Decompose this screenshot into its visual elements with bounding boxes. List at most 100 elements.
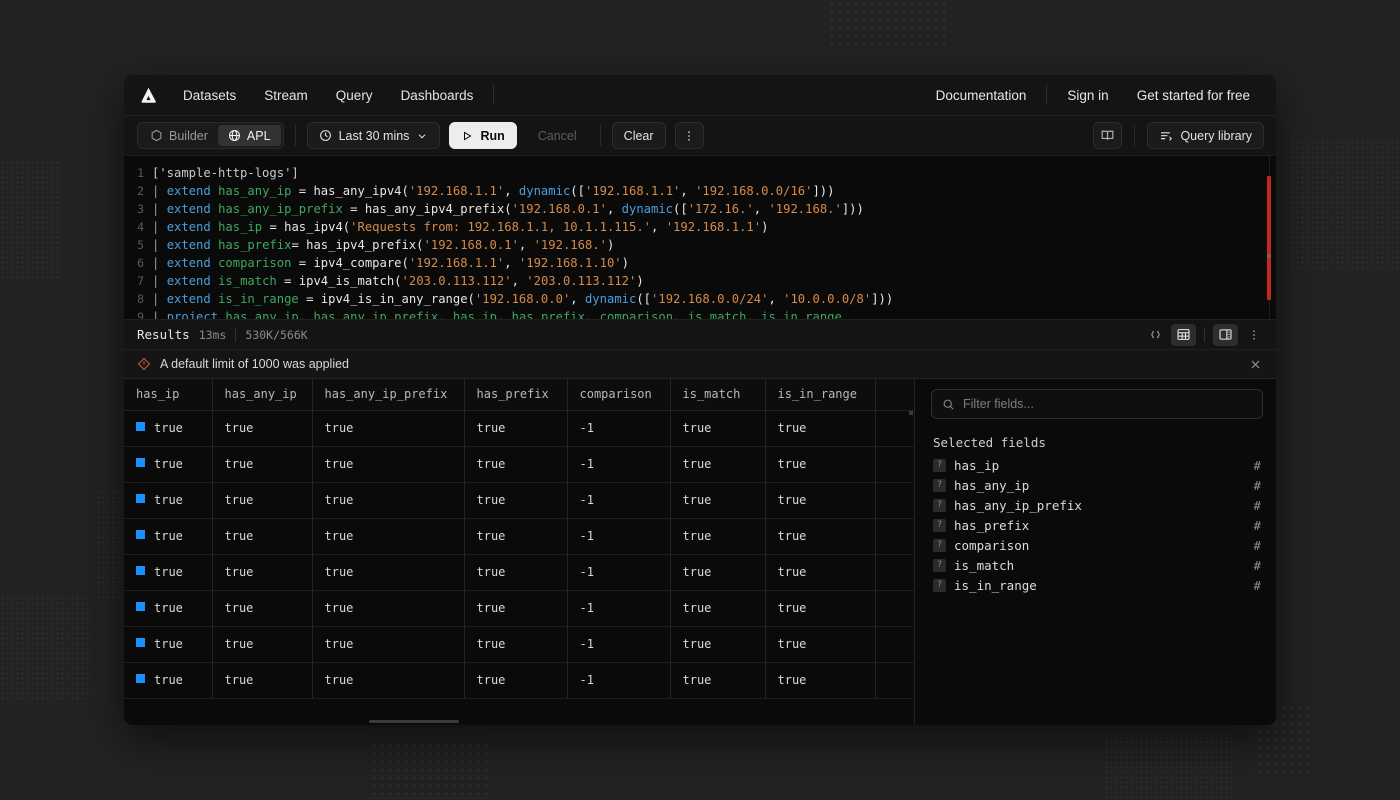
axiom-logo-icon[interactable]	[135, 82, 161, 108]
table-cell: true	[765, 554, 875, 590]
line-number: 9	[124, 310, 152, 319]
table-row[interactable]: truetruetruetrue-1truetrue	[124, 554, 915, 590]
table-cell: true	[312, 626, 464, 662]
field-list-item[interactable]: ?has_prefix#	[931, 515, 1263, 535]
view-json-button[interactable]	[1143, 324, 1168, 346]
nav-link-datasets[interactable]: Datasets	[169, 82, 250, 109]
code-text: | extend comparison = ipv4_compare('192.…	[152, 256, 629, 270]
mode-apl-button[interactable]: APL	[218, 125, 281, 146]
table-column-header[interactable]: has_prefix	[464, 379, 567, 410]
filter-fields-input[interactable]	[963, 397, 1252, 411]
vertical-scroll-nub[interactable]	[909, 411, 913, 415]
cancel-label: Cancel	[538, 129, 577, 143]
results-header-bar: Results 13ms 530K/566K	[124, 319, 1276, 350]
field-list-item[interactable]: ?has_any_ip_prefix#	[931, 495, 1263, 515]
toolbar-more-button[interactable]	[675, 122, 704, 149]
field-name: has_prefix	[954, 518, 1029, 533]
table-cell: -1	[567, 626, 670, 662]
chevron-down-icon	[416, 130, 428, 142]
field-type-unknown-icon: ?	[933, 579, 946, 592]
table-column-header[interactable]: has_any_ip_prefix	[312, 379, 464, 410]
apl-query-editor[interactable]: 1['sample-http-logs']2| extend has_any_i…	[124, 156, 1276, 319]
table-cell: -1	[567, 446, 670, 482]
results-table-container[interactable]: has_iphas_any_iphas_any_ip_prefixhas_pre…	[124, 379, 915, 725]
table-row[interactable]: truetruetruetrue-1truetrue	[124, 590, 915, 626]
clock-icon	[319, 129, 332, 142]
table-cell-filler	[875, 518, 915, 554]
mode-builder-button[interactable]: Builder	[140, 125, 218, 146]
field-name: comparison	[954, 538, 1029, 553]
line-number: 5	[124, 238, 152, 252]
table-row[interactable]: truetruetruetrue-1truetrue	[124, 410, 915, 446]
table-cell: -1	[567, 662, 670, 698]
table-column-header[interactable]: has_any_ip	[212, 379, 312, 410]
dismiss-warning-button[interactable]	[1245, 354, 1266, 375]
table-cell-filler	[875, 482, 915, 518]
clear-label: Clear	[624, 129, 654, 143]
table-cell: true	[212, 518, 312, 554]
table-row[interactable]: truetruetruetrue-1truetrue	[124, 446, 915, 482]
table-cell: true	[212, 662, 312, 698]
toggle-docs-panel-button[interactable]	[1093, 122, 1122, 149]
table-cell: true	[464, 446, 567, 482]
nav-link-get-started[interactable]: Get started for free	[1123, 82, 1264, 109]
results-table-header: has_iphas_any_iphas_any_ip_prefixhas_pre…	[124, 379, 915, 410]
field-numeric-type-icon: #	[1253, 518, 1263, 533]
table-cell: true	[124, 626, 212, 662]
results-view-controls	[1143, 324, 1266, 346]
code-lines: 1['sample-http-logs']2| extend has_any_i…	[124, 164, 1276, 319]
horizontal-scrollbar[interactable]	[369, 720, 459, 723]
table-cell: true	[312, 482, 464, 518]
code-line: 8| extend is_in_range = ipv4_is_in_any_r…	[124, 290, 1276, 308]
warning-diamond-icon	[137, 357, 151, 371]
field-numeric-type-icon: #	[1253, 538, 1263, 553]
results-more-button[interactable]	[1241, 324, 1266, 346]
time-range-selector[interactable]: Last 30 mins	[307, 122, 441, 149]
editor-scrollbar[interactable]	[1267, 156, 1271, 319]
table-row[interactable]: truetruetruetrue-1truetrue	[124, 626, 915, 662]
table-column-header[interactable]: comparison	[567, 379, 670, 410]
code-text: | extend has_prefix= has_ipv4_prefix('19…	[152, 238, 614, 252]
play-icon	[461, 130, 473, 142]
code-line: 3| extend has_any_ip_prefix = has_any_ip…	[124, 200, 1276, 218]
results-rows-scanned: 530K/566K	[245, 328, 307, 342]
row-indicator-square	[136, 566, 145, 575]
table-cell: true	[670, 518, 765, 554]
nav-link-stream[interactable]: Stream	[250, 82, 322, 109]
table-row[interactable]: truetruetruetrue-1truetrue	[124, 662, 915, 698]
table-row[interactable]: truetruetruetrue-1truetrue	[124, 482, 915, 518]
filter-fields-box[interactable]	[931, 389, 1263, 419]
field-list-item[interactable]: ?has_ip#	[931, 455, 1263, 475]
table-column-header[interactable]: is_match	[670, 379, 765, 410]
run-button[interactable]: Run	[449, 122, 516, 149]
nav-link-query[interactable]: Query	[322, 82, 387, 109]
code-line: 7| extend is_match = ipv4_is_match('203.…	[124, 272, 1276, 290]
field-type-unknown-icon: ?	[933, 479, 946, 492]
table-cell: true	[212, 626, 312, 662]
table-column-header[interactable]: has_ip	[124, 379, 212, 410]
nav-link-documentation[interactable]: Documentation	[922, 82, 1041, 109]
nav-link-sign-in[interactable]: Sign in	[1053, 82, 1122, 109]
line-number: 1	[124, 166, 152, 180]
field-list-item[interactable]: ?is_match#	[931, 555, 1263, 575]
table-cell: true	[765, 482, 875, 518]
decorative-dot-pattern	[828, 0, 948, 48]
field-name: is_in_range	[954, 578, 1037, 593]
table-cell: -1	[567, 590, 670, 626]
query-mode-toggle: Builder APL	[137, 122, 284, 149]
field-list-item[interactable]: ?has_any_ip#	[931, 475, 1263, 495]
field-list-item[interactable]: ?comparison#	[931, 535, 1263, 555]
table-row[interactable]: truetruetruetrue-1truetrue	[124, 518, 915, 554]
table-column-header[interactable]: is_in_range	[765, 379, 875, 410]
view-table-button[interactable]	[1171, 324, 1196, 346]
nav-link-dashboards[interactable]: Dashboards	[387, 82, 488, 109]
query-library-button[interactable]: Query library	[1147, 122, 1264, 149]
results-duration: 13ms	[199, 328, 227, 342]
table-cell: -1	[567, 554, 670, 590]
field-list-item[interactable]: ?is_in_range#	[931, 575, 1263, 595]
secondary-nav-links: Documentation Sign in Get started for fr…	[922, 82, 1264, 109]
toggle-fields-panel-button[interactable]	[1213, 324, 1238, 346]
clear-button[interactable]: Clear	[612, 122, 666, 149]
kebab-menu-icon	[682, 129, 696, 143]
code-line: 2| extend has_any_ip = has_any_ipv4('192…	[124, 182, 1276, 200]
